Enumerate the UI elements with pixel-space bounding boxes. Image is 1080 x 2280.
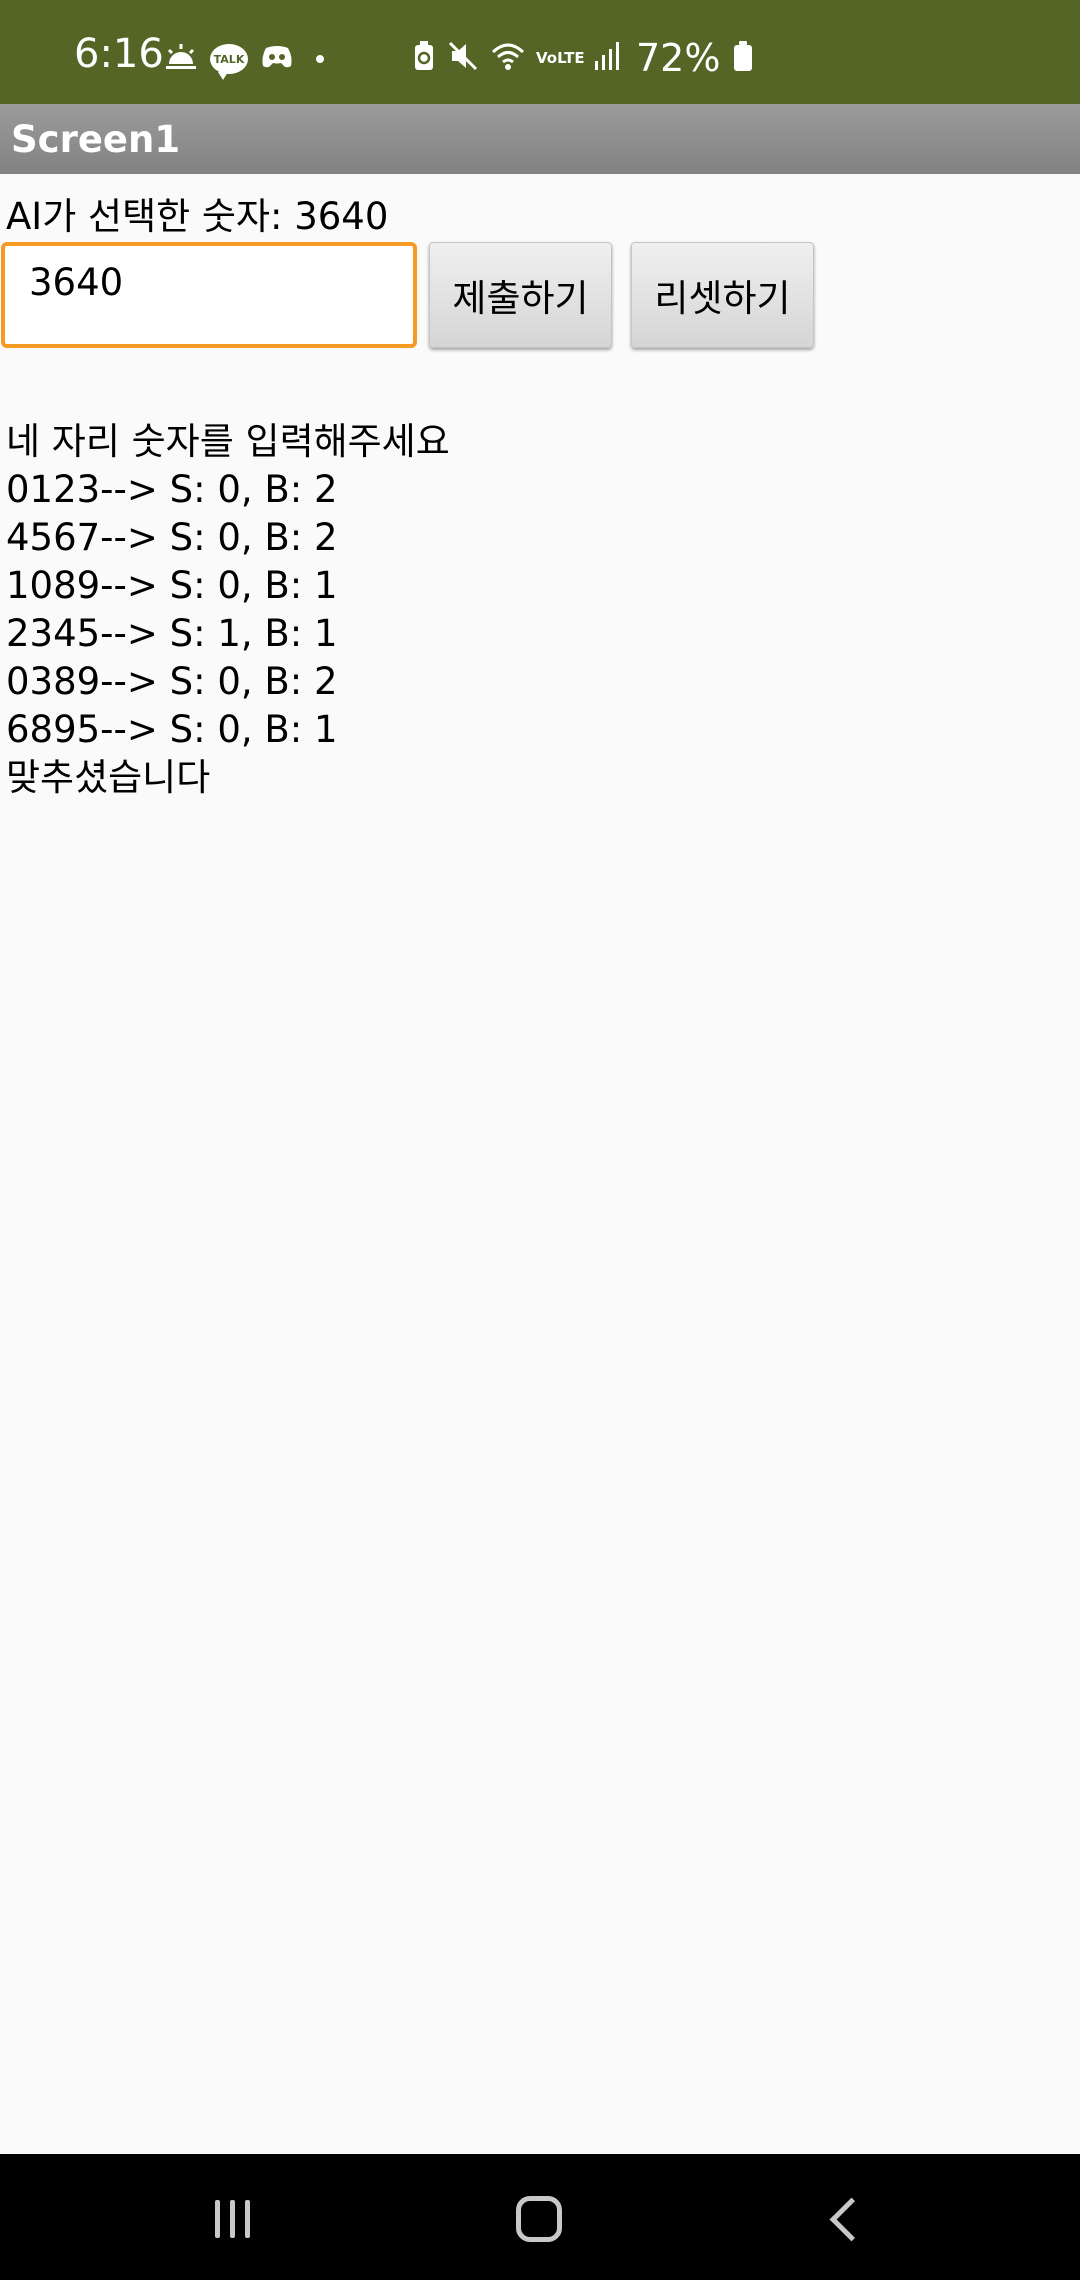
ai-number-label: AI가 선택한 숫자: 3640 — [6, 195, 389, 238]
sunrise-icon — [164, 42, 198, 76]
notification-icons: TALK — [164, 42, 324, 80]
log-line: 0389--> S: 0, B: 2 — [6, 660, 338, 703]
signal-icon — [594, 41, 620, 75]
log-line: 2345--> S: 1, B: 1 — [6, 612, 338, 655]
screen-title: Screen1 — [11, 118, 181, 161]
number-input[interactable] — [1, 242, 417, 348]
battery-icon — [734, 41, 753, 71]
log-line: 6895--> S: 0, B: 1 — [6, 708, 338, 751]
reset-button[interactable]: 리셋하기 — [631, 242, 814, 348]
svg-text:VoLTE: VoLTE — [536, 49, 584, 67]
battery-percent: 72% — [636, 36, 721, 80]
submit-button[interactable]: 제출하기 — [429, 242, 612, 348]
recent-apps-icon[interactable] — [215, 2200, 250, 2238]
log-line: 0123--> S: 0, B: 2 — [6, 468, 338, 511]
log-line: 1089--> S: 0, B: 1 — [6, 564, 338, 607]
status-time: 6:16 — [74, 31, 164, 77]
kakaotalk-icon: TALK — [210, 44, 248, 80]
mute-icon — [446, 40, 480, 76]
back-icon[interactable] — [829, 2197, 874, 2242]
wifi-icon — [490, 40, 526, 76]
battery-saver-icon — [412, 40, 436, 76]
title-bar: Screen1 — [0, 104, 1080, 174]
result-log: 네 자리 숫자를 입력해주세요 0123--> S: 0, B: 2 4567-… — [6, 418, 450, 802]
system-icons: VoLTE 72% — [412, 36, 753, 80]
log-line: 맞추셨습니다 — [6, 756, 211, 799]
home-icon[interactable] — [516, 2196, 562, 2242]
navigation-bar — [0, 2154, 1080, 2280]
dot-icon — [316, 55, 324, 63]
volte-icon: VoLTE — [536, 43, 585, 73]
status-bar: 6:16 TALK VoLTE 72% — [0, 0, 1080, 104]
log-line: 네 자리 숫자를 입력해주세요 — [6, 420, 450, 463]
discord-icon — [260, 44, 294, 74]
log-line: 4567--> S: 0, B: 2 — [6, 516, 338, 559]
